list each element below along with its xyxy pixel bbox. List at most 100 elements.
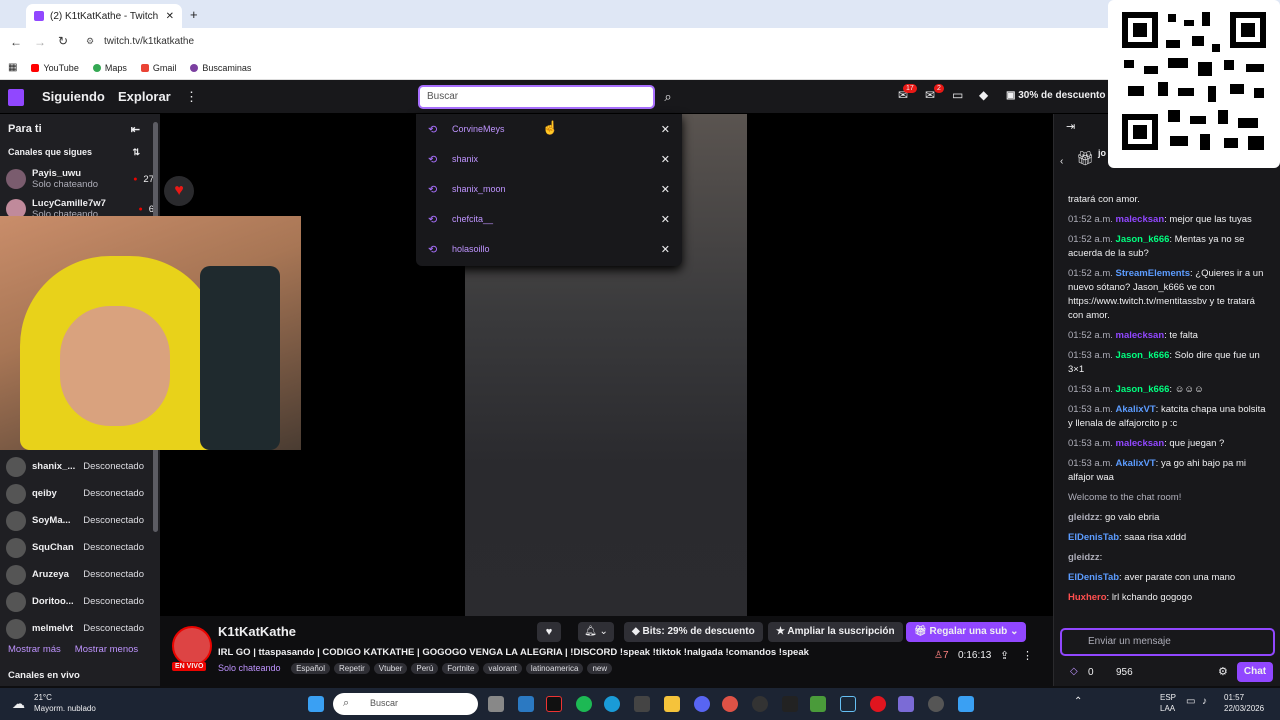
more-options-icon[interactable]: ⋮ bbox=[1022, 649, 1033, 662]
sidebar-channel-payis[interactable]: Payis_uwu Solo chateando ● 27 bbox=[0, 164, 160, 194]
new-tab-button[interactable]: + bbox=[190, 7, 198, 22]
clock-date[interactable]: 22/03/2026 bbox=[1224, 704, 1264, 713]
live-channels-heading: Canales en vivo bbox=[8, 670, 80, 681]
tag[interactable]: Repetir bbox=[334, 663, 370, 674]
sidebar-channel-offline[interactable]: Aruzeya Desconectado bbox=[0, 561, 150, 588]
sidebar-channel-offline[interactable]: SoyMa... Desconectado bbox=[0, 507, 150, 534]
search-history-item[interactable]: ⟲ holasoillo ✕ bbox=[416, 234, 682, 264]
history-icon: ⟲ bbox=[428, 183, 438, 196]
lang-indicator[interactable]: ESP bbox=[1160, 693, 1176, 702]
app-icon[interactable] bbox=[958, 696, 974, 712]
bits-icon[interactable]: ◆ bbox=[979, 88, 988, 102]
sidebar-channel-offline[interactable]: shanix_... Desconectado bbox=[0, 453, 150, 480]
file-explorer-icon[interactable] bbox=[664, 696, 680, 712]
bookmark-maps[interactable]: Maps bbox=[92, 63, 127, 73]
sidebar-channel-offline[interactable]: qeiby Desconectado bbox=[0, 480, 150, 507]
app-icon[interactable] bbox=[928, 696, 944, 712]
collapse-sidebar-icon[interactable]: ⇤ bbox=[131, 123, 140, 136]
edge-icon[interactable] bbox=[604, 696, 620, 712]
taskbar-search-input[interactable]: ⌕ Buscar bbox=[333, 693, 478, 715]
whispers-icon[interactable]: ▭ bbox=[952, 88, 963, 102]
search-history-item[interactable]: ⟲ shanix ✕ bbox=[416, 144, 682, 174]
chat-input[interactable]: Enviar un mensaje bbox=[1060, 628, 1275, 656]
url-field[interactable]: twitch.tv/k1tkatkathe bbox=[104, 36, 194, 47]
tag[interactable]: Fortnite bbox=[442, 663, 480, 674]
app-icon[interactable] bbox=[782, 696, 798, 712]
channel-name[interactable]: K1tKatKathe bbox=[218, 624, 296, 639]
app-icon[interactable] bbox=[898, 696, 914, 712]
chat-prev-icon[interactable]: ‹ bbox=[1060, 156, 1063, 167]
bookmark-youtube[interactable]: YouTube bbox=[31, 63, 79, 73]
heart-overlay-icon: ♥ bbox=[164, 176, 194, 206]
follow-heart-button[interactable]: ♥ bbox=[537, 622, 561, 642]
tag[interactable]: new bbox=[587, 663, 613, 674]
gift-sub-button[interactable]: 🎁︎ Regalar una sub ⌄ bbox=[906, 622, 1027, 642]
browser-tab[interactable]: (2) K1tKatKathe - Twitch ✕ bbox=[26, 4, 182, 28]
nav-following[interactable]: Siguiendo bbox=[42, 89, 105, 104]
sort-icon[interactable]: ⇅ bbox=[132, 147, 140, 158]
channel-avatar[interactable] bbox=[172, 626, 212, 666]
forward-icon[interactable]: → bbox=[34, 35, 46, 49]
search-history-item[interactable]: ⟲ chefcita__ ✕ bbox=[416, 204, 682, 234]
spotify-icon[interactable] bbox=[576, 696, 592, 712]
close-tab-icon[interactable]: ✕ bbox=[166, 11, 174, 22]
tray-chevron-icon[interactable]: ⌃ bbox=[1074, 696, 1082, 707]
chat-send-button[interactable]: Chat bbox=[1237, 662, 1273, 682]
remove-history-icon[interactable]: ✕ bbox=[661, 153, 670, 166]
search-input[interactable]: Buscar bbox=[418, 85, 655, 109]
chat-settings-icon[interactable]: ⚙ bbox=[1218, 665, 1228, 678]
sidebar-channel-offline[interactable]: Doritoo... Desconectado bbox=[0, 588, 150, 615]
tag[interactable]: latinoamerica bbox=[525, 663, 584, 674]
remove-history-icon[interactable]: ✕ bbox=[661, 243, 670, 256]
store-icon[interactable] bbox=[634, 696, 650, 712]
expand-chat-icon[interactable]: ⇥ bbox=[1066, 120, 1075, 133]
chat-panel: ⇥ ‹ 🎁︎ jo tratará con amor. 01:52 a.m. m… bbox=[1053, 114, 1280, 686]
clock-time[interactable]: 01:57 bbox=[1224, 693, 1244, 702]
nav-explore[interactable]: Explorar bbox=[118, 89, 171, 104]
remove-history-icon[interactable]: ✕ bbox=[661, 213, 670, 226]
network-icon[interactable]: ▭ bbox=[1186, 696, 1195, 707]
nav-more-icon[interactable]: ⋮ bbox=[185, 89, 198, 105]
bookmark-buscaminas[interactable]: Buscaminas bbox=[190, 63, 251, 73]
site-info-icon[interactable]: ⚙ bbox=[86, 36, 94, 47]
channel-points-icon[interactable]: ◇ bbox=[1070, 666, 1078, 677]
obs-icon[interactable] bbox=[752, 696, 768, 712]
notification-count-2: 2 bbox=[934, 84, 944, 93]
remove-history-icon[interactable]: ✕ bbox=[661, 183, 670, 196]
show-more-link[interactable]: Mostrar más bbox=[8, 644, 61, 655]
remove-history-icon[interactable]: ✕ bbox=[661, 123, 670, 136]
discord-icon[interactable] bbox=[694, 696, 710, 712]
task-view-icon[interactable] bbox=[488, 696, 504, 712]
bookmark-gmail[interactable]: Gmail bbox=[140, 63, 176, 73]
minecraft-icon[interactable] bbox=[810, 696, 826, 712]
tag[interactable]: Perú bbox=[411, 663, 439, 674]
bits-discount-button[interactable]: ◆ Bits: 29% de descuento bbox=[624, 622, 763, 642]
windows-start-icon[interactable] bbox=[308, 696, 324, 712]
search-history-item[interactable]: ⟲ shanix_moon ✕ bbox=[416, 174, 682, 204]
opera-icon[interactable] bbox=[870, 696, 886, 712]
search-icon[interactable]: ⌕ bbox=[657, 85, 679, 109]
twitch-logo-icon[interactable] bbox=[8, 89, 24, 106]
tag[interactable]: Español bbox=[291, 663, 330, 674]
avatar bbox=[6, 537, 26, 558]
share-icon[interactable]: ⇪ bbox=[1000, 649, 1009, 662]
tag[interactable]: Vtuber bbox=[373, 663, 408, 674]
chrome-icon[interactable] bbox=[722, 696, 738, 712]
volume-icon[interactable]: ♪ bbox=[1202, 696, 1207, 707]
back-icon[interactable]: ← bbox=[10, 35, 22, 49]
notification-bell-button[interactable]: 🔔︎ ⌄ bbox=[578, 622, 614, 642]
reload-icon[interactable]: ↻ bbox=[58, 34, 68, 48]
tiktok-icon[interactable] bbox=[546, 696, 562, 712]
sidebar-channel-offline[interactable]: SquChan Desconectado bbox=[0, 534, 150, 561]
app-icon[interactable] bbox=[518, 696, 534, 712]
category-link[interactable]: Solo chateando bbox=[218, 663, 281, 673]
apps-grid-icon[interactable]: ▦ bbox=[8, 62, 17, 73]
upgrade-sub-button[interactable]: ★ Ampliar la suscripción bbox=[768, 622, 903, 642]
region-indicator[interactable]: LAA bbox=[1160, 704, 1175, 713]
show-less-link[interactable]: Mostrar menos bbox=[75, 644, 138, 655]
steam-icon[interactable] bbox=[840, 696, 856, 712]
webcam-overlay bbox=[0, 216, 301, 450]
tag[interactable]: valorant bbox=[483, 663, 522, 674]
sidebar-channel-offline[interactable]: melmelvt Desconectado bbox=[0, 615, 150, 642]
promo-button[interactable]: ▣ 30% de descuento bbox=[1006, 90, 1106, 101]
